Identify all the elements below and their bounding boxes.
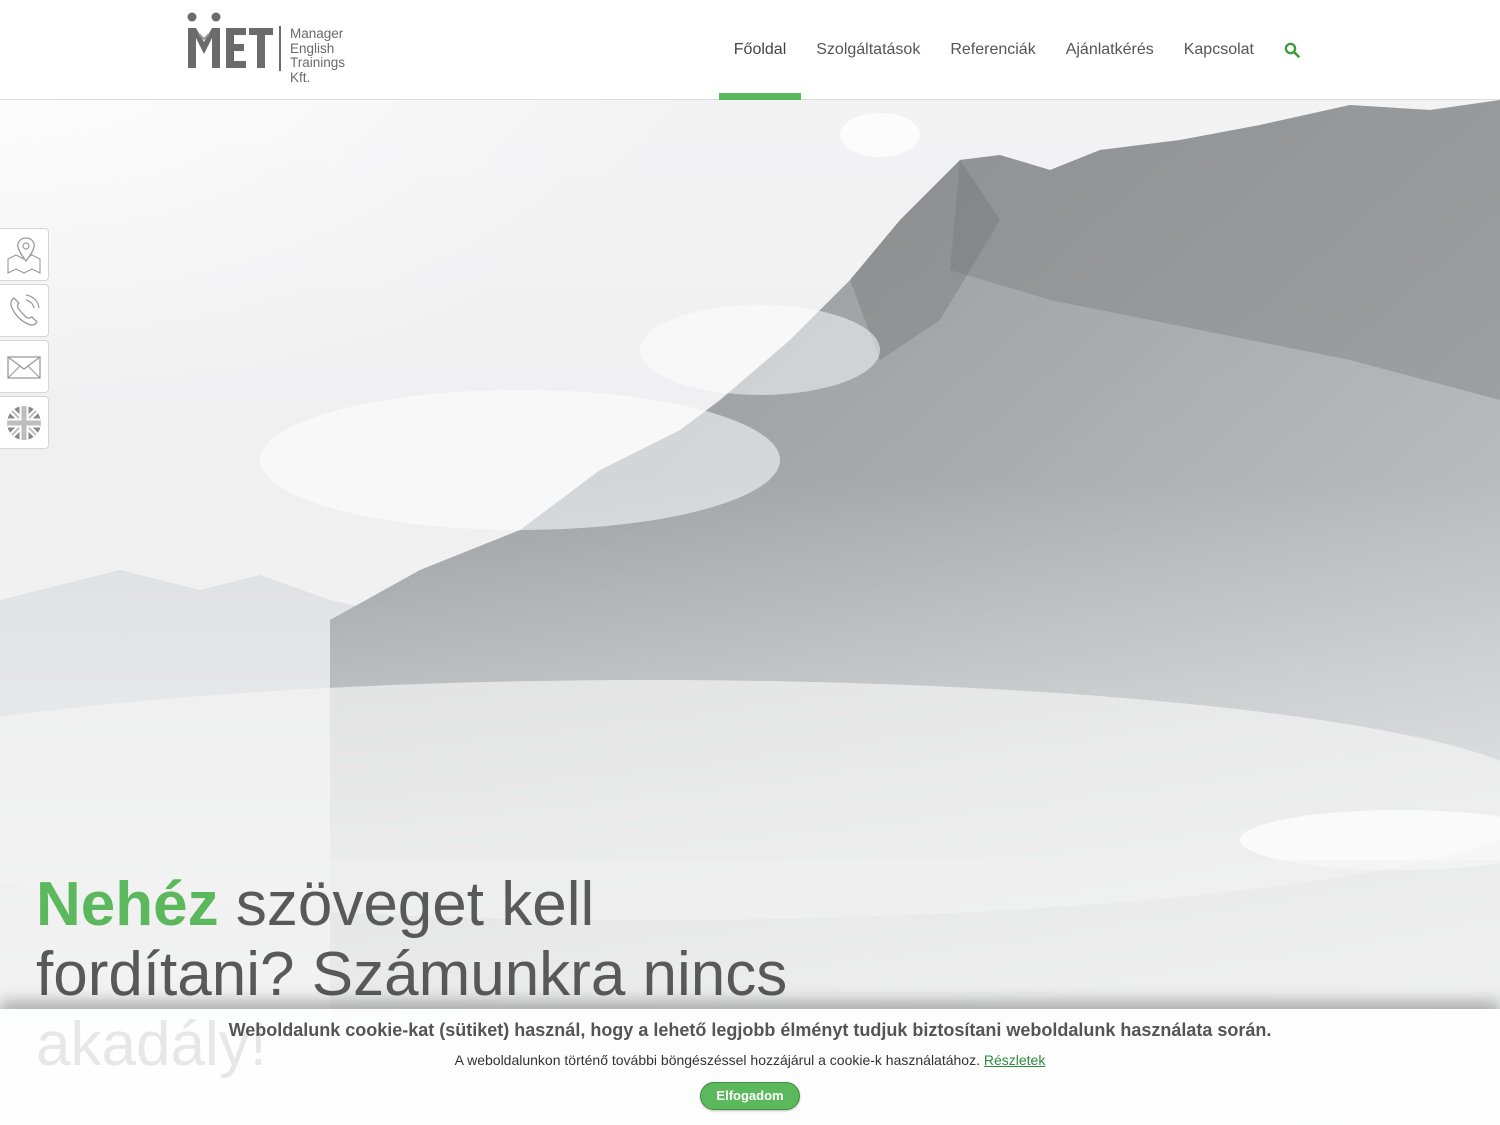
logo-tagline-line: Manager — [290, 26, 344, 41]
main-nav: Főoldal Szolgáltatások Referenciák Ajánl… — [718, 0, 1300, 100]
nav-item-kapcsolat[interactable]: Kapcsolat — [1169, 0, 1269, 100]
hero-headline-strong: Nehéz — [36, 870, 219, 939]
nav-item-referenciak[interactable]: Referenciák — [935, 0, 1050, 100]
cookie-details-link[interactable]: Részletek — [984, 1052, 1045, 1068]
logo[interactable]: Manager English Trainings Kft. — [186, 12, 366, 88]
search-icon — [1284, 42, 1300, 58]
logo-tagline: Manager English Trainings Kft. — [290, 26, 370, 85]
logo-tagline-line: Kft. — [290, 69, 311, 85]
side-map-button[interactable] — [0, 228, 49, 281]
envelope-icon — [7, 355, 41, 379]
hero-slider: Nehéz szöveget kell fordítani? Számunkra… — [0, 100, 1500, 1125]
uk-flag-icon — [7, 405, 41, 440]
cookie-accept-button[interactable]: Elfogadom — [700, 1082, 800, 1110]
side-email-button[interactable] — [0, 340, 49, 393]
cookie-consent-bar: Weboldalunk cookie-kat (sütiket) használ… — [0, 1009, 1500, 1125]
logo-tagline-line: Trainings — [290, 55, 346, 70]
map-pin-icon — [7, 236, 41, 274]
phone-icon — [10, 293, 40, 326]
logo-tagline-line: English — [290, 40, 335, 56]
logo-mark — [187, 12, 281, 71]
site-header: Manager English Trainings Kft. Főoldal S… — [0, 0, 1500, 100]
side-phone-button[interactable] — [0, 284, 49, 337]
nav-item-szolgaltatasok[interactable]: Szolgáltatások — [801, 0, 935, 100]
nav-item-ajanlatkeres[interactable]: Ajánlatkérés — [1051, 0, 1169, 100]
nav-item-fooldal[interactable]: Főoldal — [718, 0, 802, 100]
cookie-text: A weboldalunkon történő további böngészé… — [454, 1052, 984, 1068]
cookie-text-line: A weboldalunkon történő további böngészé… — [0, 1052, 1500, 1068]
search-button[interactable] — [1269, 0, 1300, 100]
cookie-title: Weboldalunk cookie-kat (sütiket) használ… — [228, 1020, 1272, 1040]
side-language-button[interactable] — [0, 396, 49, 449]
side-contact-bar — [0, 228, 49, 452]
